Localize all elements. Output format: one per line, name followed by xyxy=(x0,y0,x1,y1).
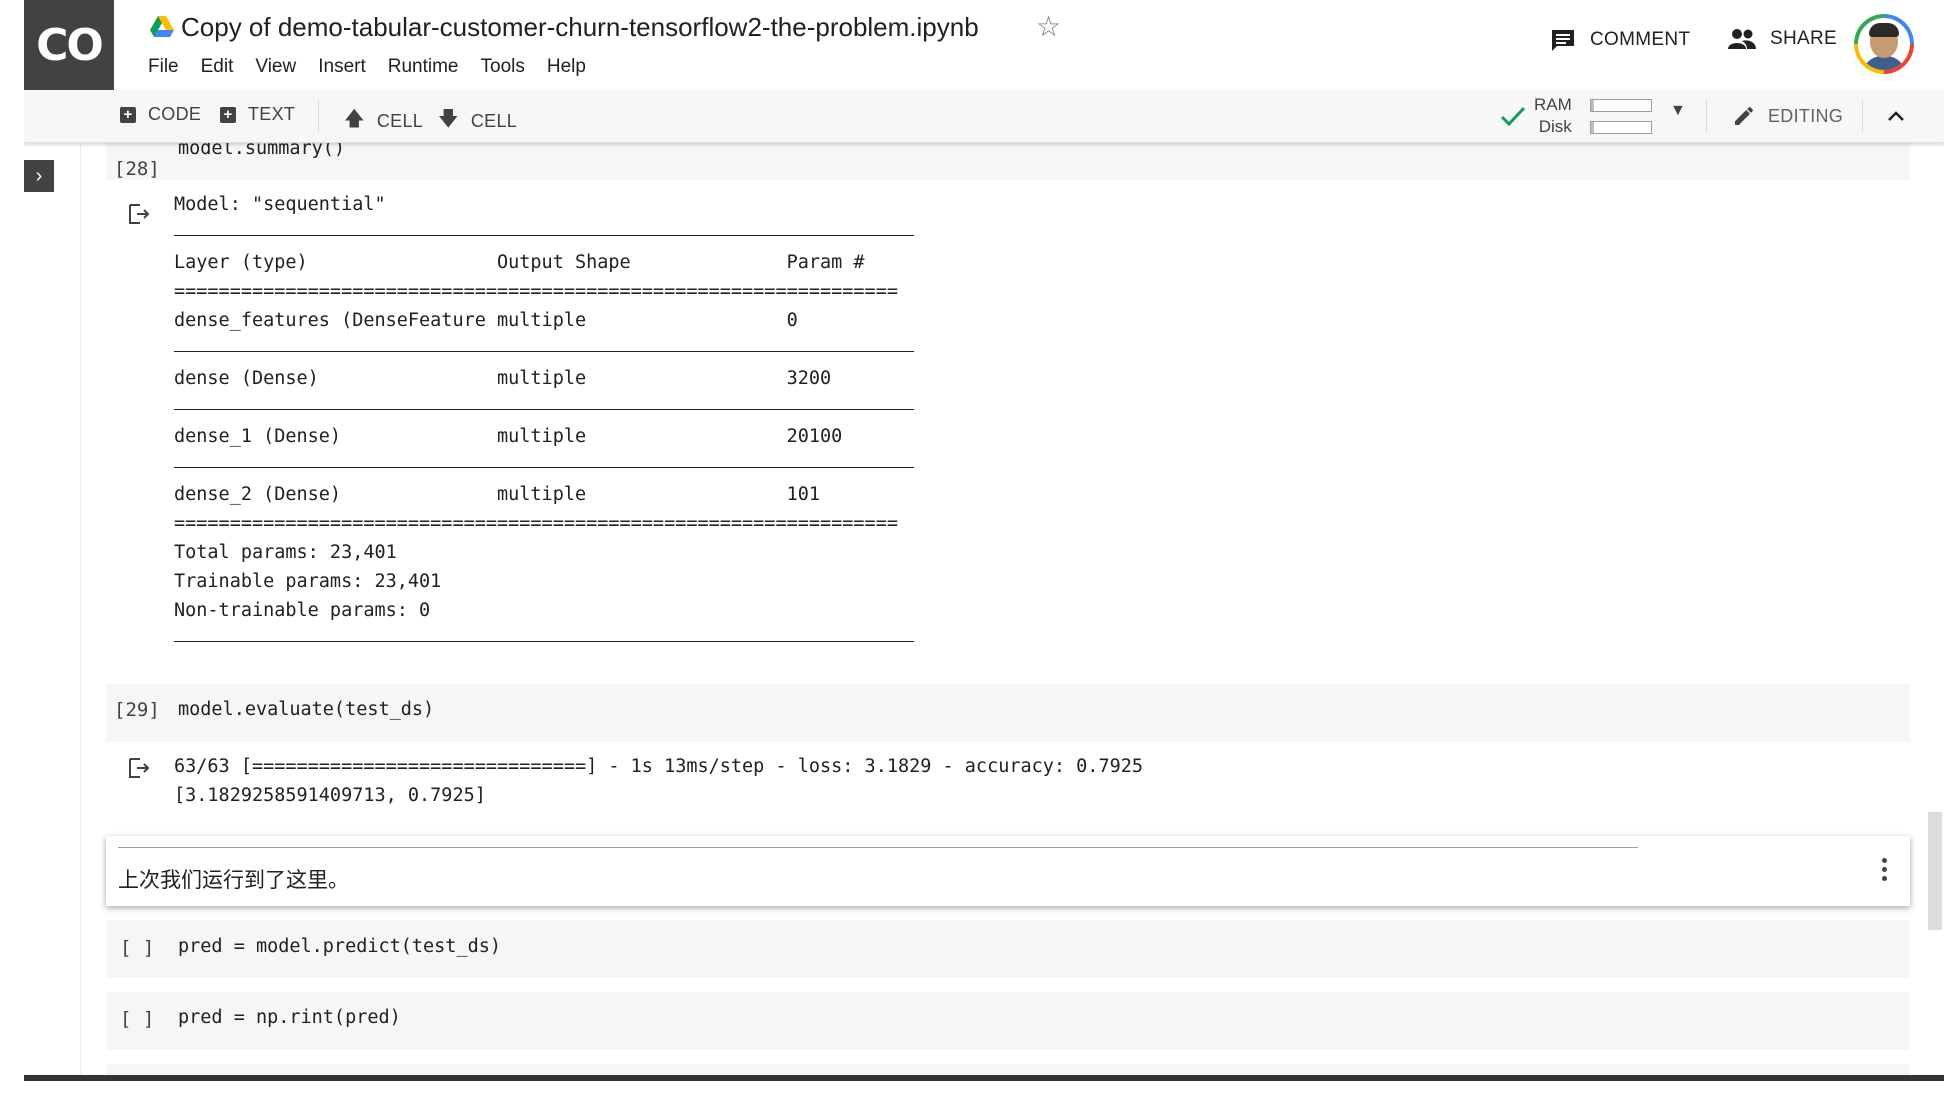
arrow-down-icon: 🡇 xyxy=(438,108,459,130)
output-line: dense_features (DenseFeature multiple 0 xyxy=(174,310,898,331)
output-line: Non-trainable params: 0 xyxy=(174,600,431,621)
menu-runtime[interactable]: Runtime xyxy=(388,56,459,78)
menu-edit[interactable]: Edit xyxy=(201,56,234,78)
code-input[interactable]: pred = model.predict(test_ds) xyxy=(178,936,501,957)
text-cell[interactable]: 上次我们运行到了这里。 xyxy=(106,836,1910,906)
disk-usage-bar xyxy=(1590,121,1652,134)
separator-line xyxy=(174,409,914,410)
execution-count: [29] xyxy=(114,699,160,721)
window-bottom-edge xyxy=(24,1075,1944,1081)
add-code-label: CODE xyxy=(148,104,202,124)
execution-count: [28] xyxy=(114,158,160,180)
cell-output: Model: "sequential" Layer (type) Output S… xyxy=(174,190,914,654)
toolbar-divider xyxy=(1862,100,1863,132)
output-line: Total params: 23,401 xyxy=(174,542,397,563)
output-separator xyxy=(174,451,914,480)
output-separator xyxy=(174,219,914,248)
separator-line xyxy=(174,467,914,468)
add-text-button[interactable]: + TEXT xyxy=(220,104,295,125)
notebook-title[interactable]: Copy of demo-tabular-customer-churn-tens… xyxy=(181,12,979,43)
move-cell-down-button[interactable]: 🡇 CELL xyxy=(438,104,517,138)
code-input[interactable]: model.evaluate(test_ds) xyxy=(178,699,434,720)
output-line: Model: "sequential" xyxy=(174,194,386,215)
output-line: ========================================… xyxy=(174,281,898,302)
output-icon[interactable] xyxy=(128,757,150,779)
arrow-up-icon: 🡅 xyxy=(344,108,365,130)
horizontal-rule xyxy=(118,847,1638,848)
colab-window: CO Copy of demo-tabular-customer-churn-t… xyxy=(24,0,1944,1081)
output-separator xyxy=(174,335,914,364)
add-text-label: TEXT xyxy=(248,104,296,124)
menu-insert[interactable]: Insert xyxy=(318,56,366,78)
share-button[interactable]: SHARE xyxy=(1728,28,1837,50)
separator-line xyxy=(174,351,914,352)
plus-icon: + xyxy=(120,106,136,123)
menu-view[interactable]: View xyxy=(255,56,296,78)
output-separator xyxy=(174,625,914,654)
code-input[interactable]: pred = np.rint(pred) xyxy=(178,1007,401,1028)
header: CO Copy of demo-tabular-customer-churn-t… xyxy=(24,0,1944,90)
output-line: [3.1829258591409713, 0.7925] xyxy=(174,785,486,806)
output-line: dense_1 (Dense) multiple 20100 xyxy=(174,426,898,447)
separator-line xyxy=(174,235,914,236)
move-cell-up-button[interactable]: 🡅 CELL xyxy=(344,104,423,138)
plus-icon: + xyxy=(220,106,236,123)
chevron-down-icon[interactable]: ▼ xyxy=(1670,102,1686,120)
disk-label: Disk xyxy=(1538,117,1572,136)
chevron-up-icon[interactable] xyxy=(1886,106,1906,126)
menu-file[interactable]: File xyxy=(148,56,179,78)
run-cell-button[interactable]: [ ] xyxy=(120,1008,154,1030)
scrollbar[interactable] xyxy=(1928,812,1942,930)
output-line: dense (Dense) multiple 3200 xyxy=(174,368,898,389)
output-icon[interactable] xyxy=(128,203,150,225)
text-cell-content: 上次我们运行到了这里。 xyxy=(118,868,349,892)
move-cell-down-label: CELL xyxy=(470,110,518,131)
output-line: Layer (type) Output Shape Param # xyxy=(174,252,898,273)
user-avatar[interactable] xyxy=(1854,14,1914,74)
add-code-button[interactable]: + CODE xyxy=(120,104,201,125)
ram-label: RAM xyxy=(1534,95,1572,114)
menu-help[interactable]: Help xyxy=(547,56,586,78)
share-label: SHARE xyxy=(1770,28,1837,49)
output-line: ========================================… xyxy=(174,513,898,534)
ram-usage-bar xyxy=(1590,99,1652,112)
pencil-icon xyxy=(1735,107,1753,125)
code-cell[interactable] xyxy=(106,142,1910,180)
comment-button[interactable]: COMMENT xyxy=(1550,28,1690,52)
sidebar-toggle-button[interactable]: › xyxy=(24,160,54,192)
cell-output: 63/63 [==============================] -… xyxy=(174,752,1143,810)
editing-mode-button[interactable]: EDITING xyxy=(1732,104,1843,128)
resource-indicator[interactable]: RAM Disk xyxy=(1534,94,1572,138)
run-cell-button[interactable]: [ ] xyxy=(120,937,154,959)
output-line: 63/63 [==============================] -… xyxy=(174,756,1144,777)
people-icon xyxy=(1728,29,1756,49)
star-icon[interactable]: ☆ xyxy=(1036,10,1061,43)
menu-bar: File Edit View Insert Runtime Tools Help xyxy=(148,56,586,78)
more-options-icon[interactable] xyxy=(1882,858,1888,885)
colab-logo[interactable]: CO xyxy=(24,0,114,90)
menu-tools[interactable]: Tools xyxy=(481,56,525,78)
logo-text: CO xyxy=(36,19,104,71)
output-line: Trainable params: 23,401 xyxy=(174,571,442,592)
comment-label: COMMENT xyxy=(1590,29,1691,50)
output-separator xyxy=(174,393,914,422)
toolbar: + CODE + TEXT 🡅 CELL 🡇 CELL RAM Disk ▼ E… xyxy=(24,90,1944,143)
move-cell-up-label: CELL xyxy=(376,110,424,131)
google-drive-icon xyxy=(150,16,174,37)
checkmark-icon xyxy=(1500,106,1526,127)
comment-icon xyxy=(1552,30,1574,51)
separator-line xyxy=(174,641,914,642)
output-line: dense_2 (Dense) multiple 101 xyxy=(174,484,898,505)
editing-label: EDITING xyxy=(1768,105,1844,126)
toolbar-divider xyxy=(1706,100,1707,132)
toolbar-divider xyxy=(318,100,319,132)
